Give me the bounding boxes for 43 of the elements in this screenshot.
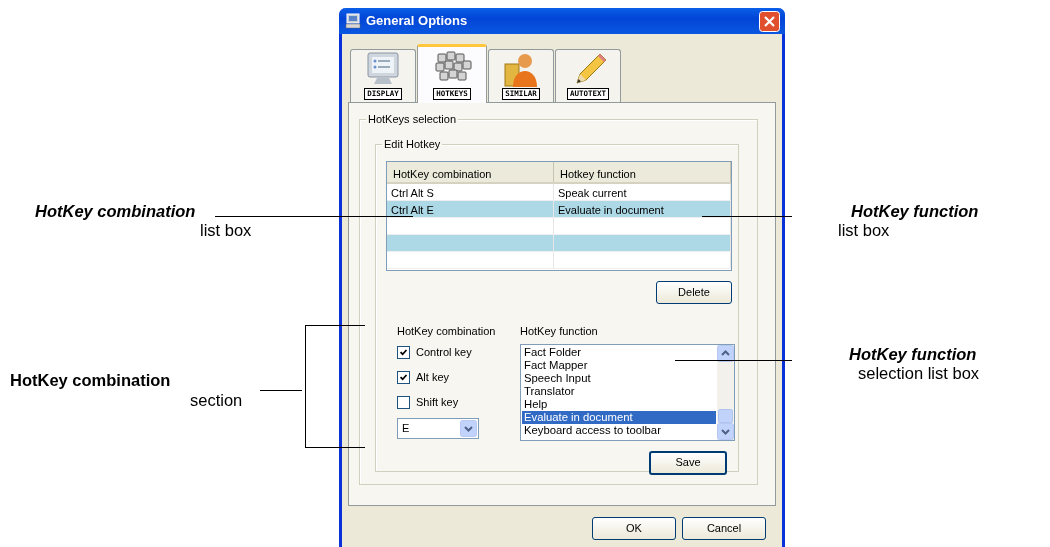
- callout-title: HotKey function: [851, 202, 979, 221]
- section-label: HotKey function: [520, 324, 599, 339]
- dropdown-value: E: [402, 420, 411, 436]
- scrollbar[interactable]: [717, 344, 734, 440]
- checkbox[interactable]: [397, 370, 410, 384]
- checkbox[interactable]: [397, 395, 410, 409]
- dialog-button[interactable]: Cancel: [682, 517, 766, 540]
- column-header[interactable]: Hotkey function: [554, 162, 731, 182]
- scroll-thumb[interactable]: [718, 408, 733, 423]
- group-title: Edit Hotkey: [382, 138, 443, 151]
- list-item[interactable]: Evaluate in document: [522, 410, 716, 424]
- checkbox-label[interactable]: Shift key: [416, 393, 459, 411]
- callout-title: HotKey combination: [10, 371, 171, 390]
- scroll-up-icon[interactable]: [717, 344, 734, 362]
- list-item[interactable]: Translator: [522, 384, 716, 398]
- table-cell: Ctrl Alt S: [387, 184, 554, 200]
- table-cell: Speak current: [554, 184, 731, 200]
- checkbox-label[interactable]: Control key: [416, 343, 472, 361]
- list-item[interactable]: Fact Mapper: [522, 358, 716, 372]
- callout-text: list box: [200, 221, 252, 240]
- checkbox[interactable]: [397, 345, 410, 359]
- key-dropdown[interactable]: E: [397, 417, 479, 439]
- column-header[interactable]: HotKey combination: [387, 162, 554, 182]
- save-button[interactable]: Save: [649, 450, 727, 475]
- leader-line: [260, 390, 302, 391]
- callout-text: list box: [838, 221, 890, 240]
- callout-title: HotKey combination: [35, 202, 196, 221]
- section-label: HotKey combination: [397, 324, 497, 339]
- callout-title: HotKey function: [849, 345, 977, 364]
- list-item[interactable]: Fact Folder: [522, 345, 716, 359]
- callout-text: section: [190, 391, 243, 410]
- delete-button[interactable]: Delete: [656, 281, 732, 304]
- window-title: General Options: [366, 12, 469, 31]
- scroll-down-icon[interactable]: [717, 422, 734, 440]
- group-title: HotKeys selection: [366, 113, 459, 126]
- list-item[interactable]: Keyboard access to toolbar: [522, 423, 716, 437]
- close-icon[interactable]: [759, 10, 780, 32]
- list-item[interactable]: Speech Input: [522, 371, 716, 385]
- list-item[interactable]: Help: [522, 397, 716, 411]
- computer-icon: [345, 13, 361, 29]
- callout-text: selection list box: [858, 364, 980, 383]
- dialog-button[interactable]: OK: [592, 517, 676, 540]
- checkbox-label[interactable]: Alt key: [416, 368, 449, 386]
